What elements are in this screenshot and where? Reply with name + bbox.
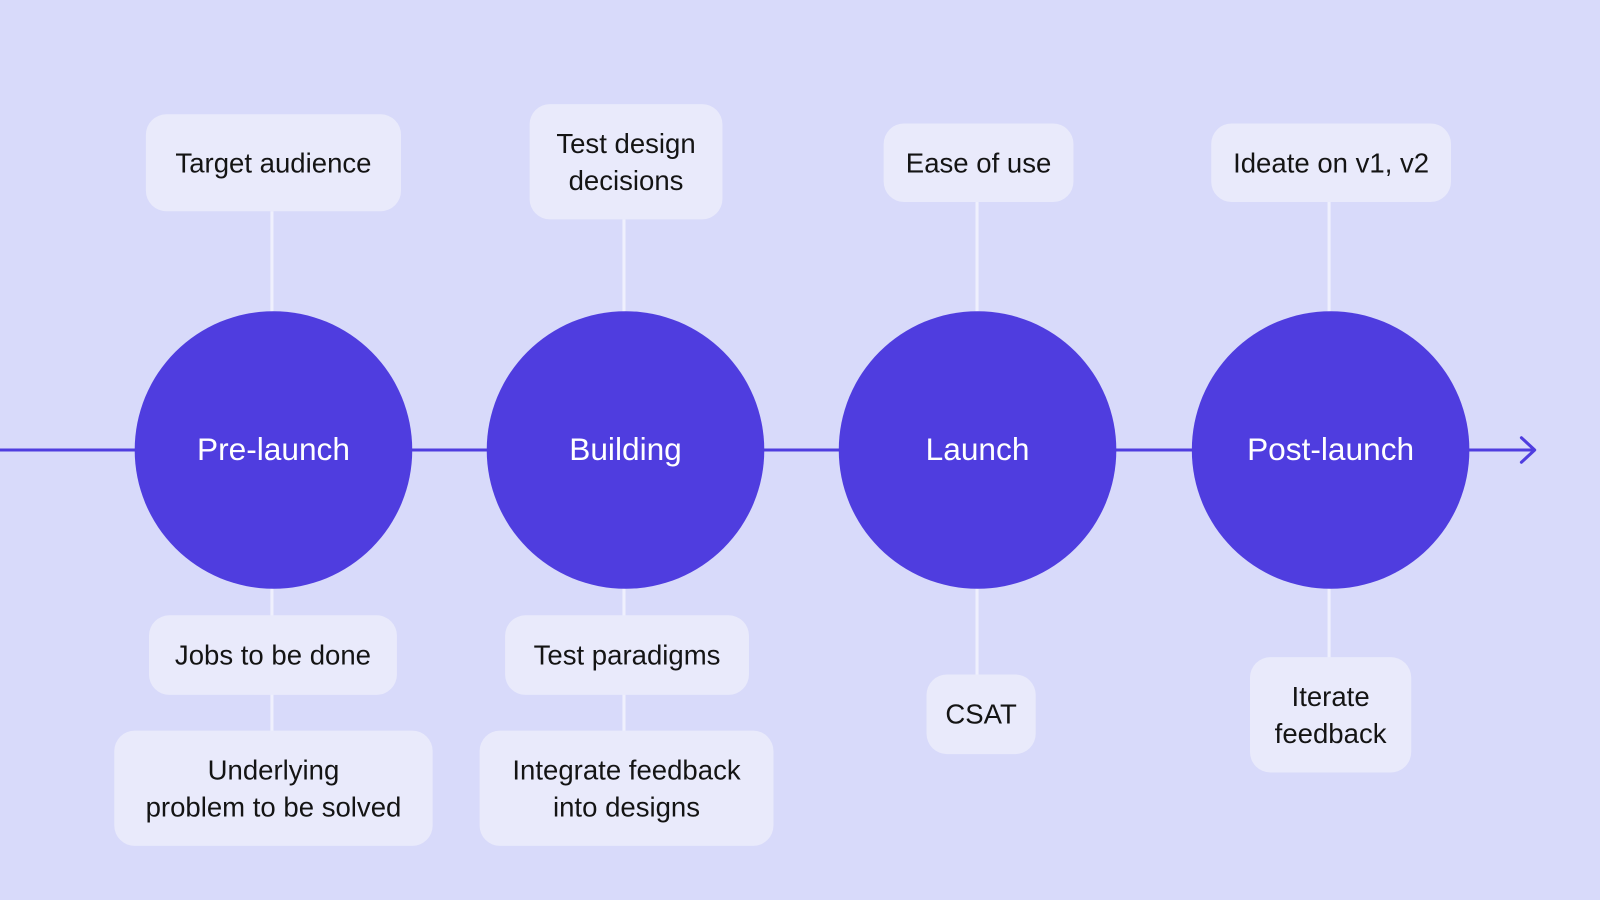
stage-building: Building — [486, 311, 765, 589]
connector — [622, 219, 626, 313]
stage-label: Building — [569, 431, 682, 468]
note-target-audience: Target audience — [145, 114, 402, 212]
stage-label: Pre-launch — [196, 431, 350, 468]
note-csat: CSAT — [926, 674, 1036, 755]
stage-pre-launch: Pre-launch — [134, 311, 413, 589]
connector — [975, 202, 979, 313]
note-test-paradigms: Test paradigms — [505, 615, 749, 695]
note-ease-of-use: Ease of use — [883, 123, 1074, 203]
connector — [270, 211, 274, 313]
timeline-diagram: Pre-launch Building Launch Post-launch T… — [0, 0, 1600, 900]
stage-launch: Launch — [838, 311, 1117, 589]
stage-post-launch: Post-launch — [1191, 311, 1470, 589]
note-integrate-feedback: Integrate feedback into designs — [479, 730, 774, 846]
note-jobs-to-be-done: Jobs to be done — [148, 615, 397, 695]
note-iterate-feedback: Iterate feedback — [1249, 657, 1412, 773]
stage-label: Post-launch — [1247, 431, 1415, 468]
connector — [1327, 202, 1331, 313]
connector — [1327, 587, 1331, 659]
connector — [975, 587, 979, 676]
note-test-design-decisions: Test design decisions — [529, 104, 723, 220]
note-underlying-problem: Underlying problem to be solved — [114, 730, 433, 846]
note-ideate: Ideate on v1, v2 — [1211, 123, 1452, 203]
stage-label: Launch — [925, 431, 1030, 468]
